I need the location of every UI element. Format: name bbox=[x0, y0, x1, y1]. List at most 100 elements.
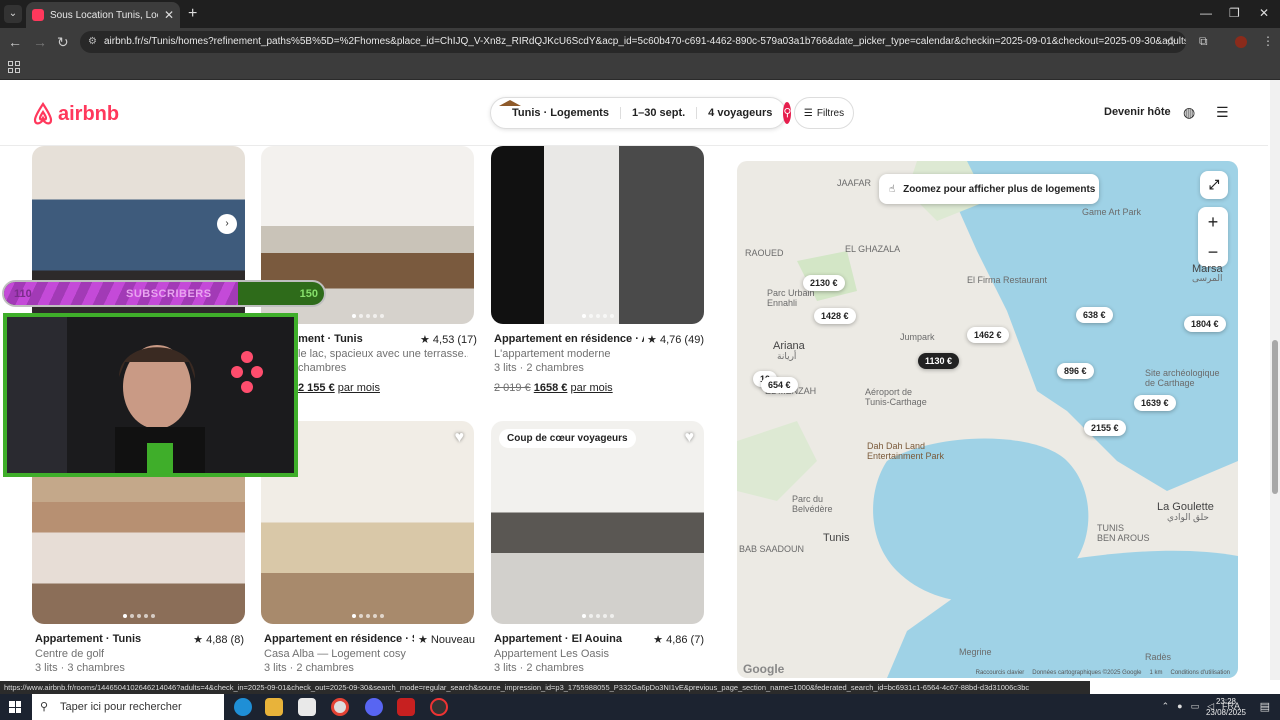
listing-subtitle: Appartement Les Oasis bbox=[494, 648, 609, 660]
site-info-icon[interactable]: ⚙ bbox=[88, 31, 97, 53]
map-terms[interactable]: Conditions d'utilisation bbox=[1170, 670, 1230, 676]
webcam-overlay bbox=[3, 313, 298, 477]
zoom-in-icon[interactable]: + bbox=[1198, 207, 1228, 237]
chrome-icon[interactable] bbox=[331, 698, 349, 716]
store-icon[interactable] bbox=[298, 698, 316, 716]
search-icon[interactable]: ⚲ bbox=[783, 102, 792, 124]
address-url: airbnb.fr/s/Tunis/homes?refinement_paths… bbox=[104, 36, 1186, 47]
map-label: Aéroport de Tunis-Carthage bbox=[865, 387, 927, 407]
map[interactable]: ☝ Zoomez pour afficher plus de logements… bbox=[737, 161, 1238, 678]
clock[interactable]: 23:28 23/08/2025 bbox=[1206, 696, 1246, 718]
map-label: TUNIS BEN AROUS bbox=[1097, 523, 1150, 543]
new-tab-icon[interactable]: + bbox=[188, 5, 197, 23]
map-label: RAOUED bbox=[745, 248, 784, 258]
next-photo-icon[interactable]: › bbox=[217, 214, 237, 234]
listing-title[interactable]: Appartement · Tunis bbox=[35, 633, 185, 645]
minimize-icon[interactable]: — bbox=[1200, 6, 1212, 20]
globe-icon[interactable]: ◍ bbox=[1183, 104, 1195, 121]
airbnb-favicon-icon bbox=[32, 9, 44, 21]
price-pin[interactable]: 2155 € bbox=[1084, 420, 1126, 436]
listing-photo[interactable]: Coup de cœur voyageurs ♥ bbox=[491, 421, 704, 624]
price-pin[interactable]: 896 € bbox=[1057, 363, 1094, 379]
price-old: 2 019 € bbox=[494, 382, 531, 394]
photo-dots bbox=[122, 614, 155, 618]
status-bar-url: https://www.airbnb.fr/rooms/144650410264… bbox=[0, 681, 1090, 694]
listing-title[interactable]: Appartement en résidence · Ai... bbox=[494, 333, 644, 345]
discord-icon[interactable] bbox=[365, 698, 383, 716]
price-pin-selected[interactable]: 1130 € bbox=[918, 353, 960, 369]
listing-photo[interactable] bbox=[491, 146, 704, 324]
browser-menu-icon[interactable]: ⋮ bbox=[1262, 34, 1274, 48]
browser-toolbar: ← → ↻ ⚙ airbnb.fr/s/Tunis/homes?refineme… bbox=[0, 28, 1280, 56]
bookmark-star-icon[interactable]: ☆ bbox=[1165, 34, 1177, 50]
network-icon[interactable]: ▭ bbox=[1191, 701, 1200, 712]
map-shortcuts[interactable]: Raccourcis clavier bbox=[976, 670, 1025, 676]
price-pin[interactable]: 2130 € bbox=[803, 275, 845, 291]
notifications-icon[interactable]: ▤ bbox=[1260, 700, 1270, 713]
app-icon[interactable] bbox=[397, 698, 415, 716]
listing-title[interactable]: Appartement · El Aouina bbox=[494, 633, 644, 645]
close-window-icon[interactable]: ✕ bbox=[1259, 6, 1269, 20]
tab-title: Sous Location Tunis, Location C bbox=[50, 9, 158, 21]
obs-icon[interactable] bbox=[430, 698, 448, 716]
listing-price[interactable]: 2 019 € 1658 € par mois bbox=[494, 382, 613, 394]
extensions-icon[interactable]: ⧉ bbox=[1199, 34, 1208, 49]
price-unit: par mois bbox=[337, 382, 380, 394]
restore-icon[interactable]: ❐ bbox=[1229, 6, 1240, 20]
profile-avatar[interactable] bbox=[1235, 36, 1247, 48]
search-location[interactable]: Tunis · Logements bbox=[501, 107, 621, 119]
search-dates[interactable]: 1–30 sept. bbox=[621, 107, 698, 119]
photo-dots bbox=[581, 614, 614, 618]
listing-title[interactable]: Appartement en résidence · S... bbox=[264, 633, 414, 645]
price-pin[interactable]: 1428 € bbox=[814, 308, 856, 324]
favorite-heart-icon[interactable]: ♥ bbox=[685, 429, 695, 447]
user-menu-icon[interactable]: ☰ bbox=[1216, 104, 1229, 121]
microphone-icon[interactable]: ● bbox=[1177, 701, 1182, 712]
subscriber-goal-end: 150 bbox=[299, 288, 318, 300]
airbnb-belo-icon bbox=[33, 102, 53, 125]
forward-icon[interactable]: → bbox=[33, 34, 47, 50]
zoom-banner-text: Zoomez pour afficher plus de logements bbox=[903, 183, 1096, 195]
price-pin[interactable]: 1804 € bbox=[1184, 316, 1226, 332]
taskbar-search[interactable]: ⚲ Taper ici pour rechercher bbox=[32, 694, 224, 720]
price-pin[interactable]: 638 € bbox=[1076, 307, 1113, 323]
listing-details: 3 lits · 2 chambres bbox=[494, 362, 584, 374]
map-label: Dah Dah Land Entertainment Park bbox=[867, 441, 945, 461]
price-unit: par mois bbox=[570, 382, 613, 394]
map-label: Radès bbox=[1145, 652, 1172, 662]
apps-grid-icon[interactable] bbox=[8, 61, 20, 73]
tray-chevron-icon[interactable]: ⌃ bbox=[1162, 701, 1170, 712]
listing-title[interactable]: ement · Tunis bbox=[292, 333, 422, 345]
listing-price[interactable]: 2 155 € par mois bbox=[298, 382, 380, 394]
tab-search-icon[interactable]: ⌄ bbox=[4, 5, 22, 23]
become-host-link[interactable]: Devenir hôte bbox=[1104, 106, 1171, 118]
subscriber-goal-bar: 110 SUBSCRIBERS 150 bbox=[2, 280, 326, 307]
hand-pointer-icon: ☝ bbox=[889, 183, 896, 195]
favorite-heart-icon[interactable]: ♥ bbox=[455, 429, 465, 447]
fullscreen-icon[interactable]: ⤢ bbox=[1200, 171, 1228, 199]
filters-button[interactable]: ☰ Filtres bbox=[794, 97, 854, 129]
windows-start-icon[interactable] bbox=[9, 701, 21, 713]
browser-tab[interactable]: Sous Location Tunis, Location C ✕ bbox=[26, 2, 180, 28]
close-tab-icon[interactable]: ✕ bbox=[164, 8, 174, 22]
search-bar[interactable]: Tunis · Logements 1–30 sept. 4 voyageurs… bbox=[490, 97, 792, 129]
back-icon[interactable]: ← bbox=[8, 34, 22, 50]
address-bar[interactable]: ⚙ airbnb.fr/s/Tunis/homes?refinement_pat… bbox=[80, 31, 1186, 53]
map-footer: Raccourcis clavier Données cartographiqu… bbox=[976, 670, 1230, 676]
file-explorer-icon[interactable] bbox=[265, 698, 283, 716]
price-value: 1658 € bbox=[533, 382, 568, 394]
map-label: Megrine bbox=[959, 647, 992, 657]
scrollbar-thumb[interactable] bbox=[1272, 340, 1278, 494]
webcam-feed bbox=[7, 317, 294, 473]
reload-icon[interactable]: ↻ bbox=[57, 34, 69, 51]
airbnb-logo[interactable]: airbnb bbox=[32, 102, 119, 126]
windows-taskbar: ⚲ Taper ici pour rechercher ⌃ ● ▭ ◁ FRA … bbox=[0, 694, 1280, 720]
price-pin[interactable]: 1639 € bbox=[1134, 395, 1176, 411]
map-data-credit: Données cartographiques ©2025 Google bbox=[1032, 670, 1142, 676]
search-guests[interactable]: 4 voyageurs bbox=[697, 107, 783, 119]
page-scrollbar[interactable] bbox=[1270, 80, 1280, 680]
edge-icon[interactable] bbox=[234, 698, 252, 716]
price-pin[interactable]: 654 € bbox=[761, 377, 798, 393]
price-pin[interactable]: 1462 € bbox=[967, 327, 1009, 343]
browser-tab-bar: ⌄ Sous Location Tunis, Location C ✕ + — … bbox=[0, 0, 1280, 28]
